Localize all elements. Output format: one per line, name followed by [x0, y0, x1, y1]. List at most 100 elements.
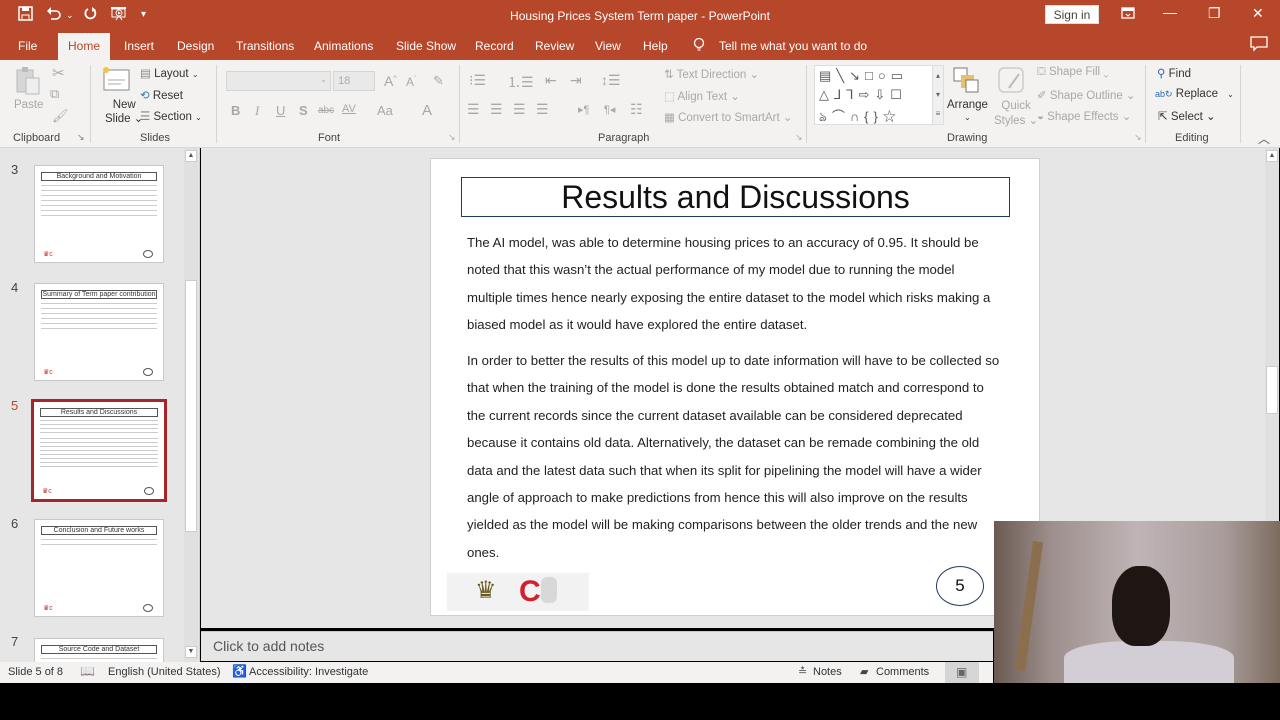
paragraph-launcher-icon[interactable]: ↘: [795, 132, 803, 143]
layout-button[interactable]: ▤ Layout ⌄: [140, 66, 199, 80]
slide-paragraph-2[interactable]: In order to better the results of this m…: [467, 347, 1002, 566]
change-case-button[interactable]: Aa: [377, 103, 393, 118]
normal-view-button[interactable]: ▣: [945, 662, 979, 683]
find-button[interactable]: ⚲ Find: [1157, 66, 1191, 80]
increase-font-size-icon[interactable]: A^: [384, 73, 397, 89]
shapes-row-1[interactable]: ▤╲↘□○▭: [819, 68, 908, 84]
bullets-icon[interactable]: ⁝☰: [469, 72, 486, 89]
scroll-up-button[interactable]: ▲: [185, 150, 197, 162]
decrease-indent-icon[interactable]: ⇤: [545, 72, 557, 89]
tab-home[interactable]: Home: [58, 33, 111, 60]
drawing-launcher-icon[interactable]: ↘: [1134, 132, 1142, 143]
slide-thumbnail-4[interactable]: Summary of Term paper contribution ♛c: [34, 283, 164, 381]
align-right-icon[interactable]: ☰: [513, 101, 526, 118]
copy-icon[interactable]: ⧉: [50, 86, 59, 102]
tab-design[interactable]: Design: [177, 39, 214, 53]
minimize-button[interactable]: —: [1163, 4, 1177, 20]
collapse-ribbon-icon[interactable]: ︿: [1258, 130, 1270, 147]
slide-title[interactable]: Results and Discussions: [461, 177, 1010, 217]
cut-icon[interactable]: ✂: [52, 64, 65, 82]
slide-thumbnail-5[interactable]: Results and Discussions ♛c: [31, 399, 167, 502]
notes-pane[interactable]: Click to add notes: [201, 631, 993, 661]
tab-animations[interactable]: Animations: [314, 39, 373, 53]
reset-label: Reset: [152, 90, 183, 102]
align-text-button[interactable]: ⬚ Align Text ⌄: [664, 89, 740, 103]
bold-button[interactable]: B: [231, 103, 240, 118]
shape-fill-button[interactable]: ⛋ Shape Fill ⌄: [1037, 66, 1109, 79]
text-direction-button[interactable]: ⇅ Text Direction ⌄: [664, 67, 759, 81]
underline-button[interactable]: U: [276, 103, 285, 118]
current-slide[interactable]: Results and Discussions The AI model, wa…: [430, 158, 1040, 616]
reset-button[interactable]: ⟲ Reset: [140, 88, 183, 102]
status-bar: Slide 5 of 8 📖 English (United States) ♿…: [0, 662, 993, 683]
character-spacing-button[interactable]: AV: [342, 103, 356, 115]
arrange-button[interactable]: Arrange ⌄: [947, 99, 988, 123]
tab-view[interactable]: View: [595, 39, 621, 53]
strikethrough-button[interactable]: abc: [318, 105, 334, 116]
shapes-row-3[interactable]: ঌ⌒∩{}☆: [819, 106, 901, 129]
justify-icon[interactable]: ☰: [536, 101, 549, 118]
tab-help[interactable]: Help: [643, 39, 668, 53]
paste-icon[interactable]: [14, 66, 42, 99]
spell-check-icon[interactable]: 📖: [80, 664, 95, 678]
ltr-icon[interactable]: ▸¶: [578, 103, 589, 116]
select-button[interactable]: ⇱ Select ⌄: [1158, 109, 1216, 123]
scroll-down-button[interactable]: ▼: [185, 646, 197, 658]
quick-styles-button[interactable]: Quick Styles ⌄: [994, 99, 1038, 129]
increase-indent-icon[interactable]: ⇥: [570, 72, 582, 89]
thumbnails-scrollbar[interactable]: ▲ ▼: [184, 148, 198, 662]
close-button[interactable]: ✕: [1252, 5, 1264, 22]
columns-icon[interactable]: ☷: [630, 101, 643, 118]
restore-button[interactable]: ❐: [1208, 5, 1221, 22]
sign-in-button[interactable]: Sign in: [1045, 5, 1099, 24]
paste-button[interactable]: Paste: [14, 99, 43, 111]
font-color-button[interactable]: A: [422, 102, 432, 119]
align-left-icon[interactable]: ☰: [467, 101, 480, 118]
ribbon-display-options-icon[interactable]: [1121, 6, 1135, 22]
tab-review[interactable]: Review: [535, 39, 574, 53]
font-size-combobox[interactable]: 18: [333, 71, 375, 91]
language-indicator[interactable]: English (United States): [108, 666, 221, 678]
tab-file[interactable]: File: [18, 39, 37, 53]
numbering-icon[interactable]: ⒈☰: [507, 72, 534, 92]
shape-effects-button[interactable]: ◒ Shape Effects ⌄: [1037, 109, 1131, 123]
comments-pane-icon[interactable]: [1250, 36, 1268, 55]
shadow-button[interactable]: S: [299, 103, 308, 118]
slide-thumbnail-6[interactable]: Conclusion and Future works ♛c: [34, 519, 164, 617]
canvas-scrollbar-thumb[interactable]: [1266, 366, 1278, 414]
font-launcher-icon[interactable]: ↘: [448, 132, 456, 143]
clipboard-launcher-icon[interactable]: ↘: [77, 132, 85, 143]
tell-me-search[interactable]: Tell me what you want to do: [719, 39, 867, 53]
align-center-icon[interactable]: ☰: [490, 101, 503, 118]
new-slide-icon[interactable]: [101, 66, 131, 95]
notes-button[interactable]: Notes: [813, 666, 842, 678]
font-name-combobox[interactable]: ⌄: [226, 71, 331, 91]
decrease-font-size-icon[interactable]: Aˇ: [406, 75, 416, 89]
select-label: Select: [1170, 111, 1203, 123]
shapes-gallery[interactable]: ▤╲↘□○▭ △⅃⅂⇨⇩☐ ঌ⌒∩{}☆ ▴ ▾ ≡: [814, 65, 944, 125]
canvas-scroll-up-button[interactable]: ▲: [1266, 150, 1278, 162]
shapes-row-2[interactable]: △⅃⅂⇨⇩☐: [819, 87, 907, 103]
clear-formatting-icon[interactable]: ✎: [433, 73, 444, 89]
format-painter-icon[interactable]: 🖌: [52, 108, 69, 124]
shape-outline-button[interactable]: ✐ Shape Outline ⌄: [1037, 88, 1136, 102]
slide-paragraph-1[interactable]: The AI model, was able to determine hous…: [467, 229, 1002, 339]
tab-insert[interactable]: Insert: [124, 39, 154, 53]
scrollbar-thumb[interactable]: [185, 280, 197, 532]
convert-smartart-button[interactable]: ▦ Convert to SmartArt ⌄: [664, 110, 793, 124]
shapes-gallery-scroll[interactable]: ▴ ▾ ≡: [932, 66, 943, 124]
section-button[interactable]: ☰ Section ⌄: [140, 109, 202, 123]
new-slide-button[interactable]: New Slide ⌄: [105, 98, 143, 126]
tab-record[interactable]: Record: [475, 39, 514, 53]
line-spacing-icon[interactable]: ↕☰: [601, 72, 621, 89]
tab-transitions[interactable]: Transitions: [236, 39, 294, 53]
italic-button[interactable]: I: [255, 103, 259, 119]
tab-slide-show[interactable]: Slide Show: [396, 39, 456, 53]
slide-thumbnail-7[interactable]: Source Code and Dataset: [34, 638, 164, 662]
accessibility-status[interactable]: Accessibility: Investigate: [249, 666, 368, 678]
comments-button[interactable]: Comments: [876, 666, 929, 678]
rtl-icon[interactable]: ¶◂: [604, 103, 615, 116]
replace-button[interactable]: ab↻ Replace ⌄: [1155, 88, 1234, 100]
slide-thumbnail-3[interactable]: Background and Motivation ♛c: [34, 165, 164, 263]
reset-icon: ⟲: [140, 90, 150, 102]
